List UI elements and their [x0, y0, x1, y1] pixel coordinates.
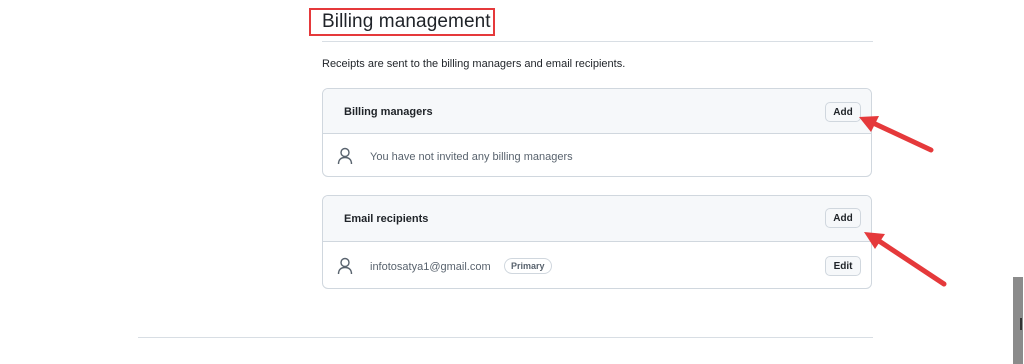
add-email-recipient-button[interactable]: Add [825, 208, 861, 228]
billing-managers-panel: Billing managers Add You have not invite… [322, 88, 872, 177]
page-description: Receipts are sent to the billing manager… [322, 58, 626, 70]
primary-badge: Primary [504, 258, 552, 274]
page-title: Billing management [322, 11, 491, 32]
email-recipients-panel: Email recipients Add infotosatya1@gmail.… [322, 195, 872, 289]
billing-managers-heading: Billing managers [344, 106, 433, 118]
recipient-email: infotosatya1@gmail.com [370, 261, 491, 273]
edit-recipient-button[interactable]: Edit [825, 256, 861, 276]
title-divider [322, 41, 873, 42]
person-icon [337, 147, 353, 165]
annotation-arrow [864, 232, 947, 287]
bottom-divider [138, 337, 873, 338]
email-recipients-heading: Email recipients [344, 213, 429, 225]
text-cursor-icon [1020, 318, 1022, 330]
add-billing-manager-button[interactable]: Add [825, 102, 861, 122]
person-icon [337, 257, 353, 275]
billing-managers-empty-message: You have not invited any billing manager… [370, 151, 573, 163]
email-recipients-header: Email recipients Add [323, 196, 871, 242]
billing-managers-header: Billing managers Add [323, 89, 871, 134]
